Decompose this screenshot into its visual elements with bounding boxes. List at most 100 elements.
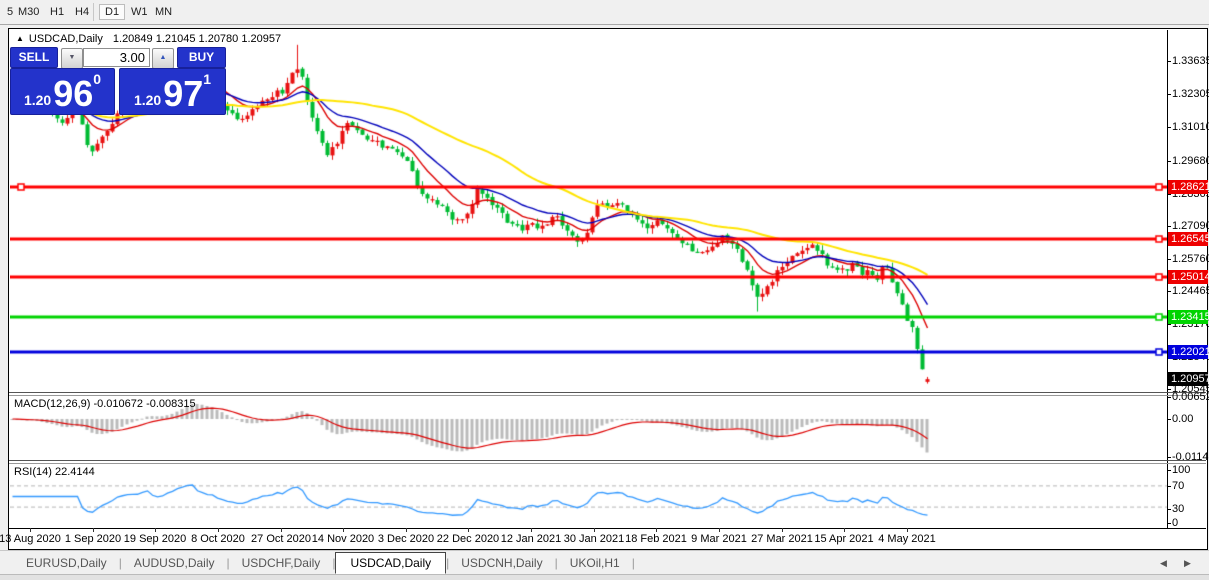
price-axis-label: 1.32305 xyxy=(1172,88,1209,100)
chart-tab-bar: ◀ ▶ EURUSD,Daily | AUDUSD,Daily | USDCHF,Dai… xyxy=(0,550,1209,574)
chart-tab-USDCAD[interactable]: USDCAD,Daily xyxy=(335,551,447,574)
status-strip xyxy=(0,574,1209,580)
price-axis-tick xyxy=(1167,389,1171,390)
buy-price-prefix: 1.20 xyxy=(133,92,162,108)
date-tick xyxy=(281,528,282,532)
macd-axis-label: 0.006521 xyxy=(1172,391,1209,403)
date-tick xyxy=(531,528,532,532)
date-tick xyxy=(93,528,94,532)
sell-price-sup: 0 xyxy=(93,71,102,87)
date-tick xyxy=(406,528,407,532)
rsi-axis-tick xyxy=(1167,470,1171,471)
rsi-axis-label: 30 xyxy=(1172,503,1185,515)
pane-divider-macd-top[interactable] xyxy=(9,392,1206,393)
date-label: 4 May 2021 xyxy=(878,533,936,545)
timeframe-W1[interactable]: W1 xyxy=(127,4,152,20)
rsi-axis-tick xyxy=(1167,509,1171,510)
sell-button[interactable]: SELL xyxy=(10,47,58,68)
buy-price-big: 97 xyxy=(163,73,204,114)
tab-separator: | xyxy=(631,555,635,570)
price-axis-label: 1.24465 xyxy=(1172,285,1209,297)
sell-price-prefix: 1.20 xyxy=(23,92,52,108)
tab-scroll-right-icon[interactable]: ▶ xyxy=(1184,558,1191,569)
rsi-axis-tick xyxy=(1167,523,1171,524)
mt4-terminal: 5 M30 H1 H4 D1 W1 MN ▲ USDCAD,Daily 1.20849 1.21… xyxy=(0,0,1209,580)
price-axis-label: 1.25760 xyxy=(1172,253,1209,265)
date-tick xyxy=(656,528,657,532)
sell-price-big: 96 xyxy=(53,73,94,114)
timeframe-H4[interactable]: H4 xyxy=(71,4,93,20)
volume-down-button[interactable]: ▼ xyxy=(61,48,83,69)
price-axis-tick xyxy=(1167,226,1171,227)
date-tick xyxy=(218,528,219,532)
pane-divider-macd-top2 xyxy=(9,395,1206,396)
chart-tab-UKOil[interactable]: UKOil,H1 xyxy=(558,553,632,573)
price-axis-tick xyxy=(1167,61,1171,62)
symbol-triangle-icon: ▲ xyxy=(16,34,24,43)
triangle-down-icon: ▼ xyxy=(68,54,76,61)
macd-axis-label: 0.00 xyxy=(1172,413,1194,425)
date-tick xyxy=(155,528,156,532)
chart-tab-EURUSD[interactable]: EURUSD,Daily xyxy=(14,553,119,573)
chart-tab-USDCNH[interactable]: USDCNH,Daily xyxy=(449,553,554,573)
macd-label: MACD(12,26,9) -0.010672 -0.008315 xyxy=(14,398,196,410)
macd-axis-tick xyxy=(1167,457,1171,458)
rsi-axis-label: 100 xyxy=(1172,464,1191,476)
timeframe-D1[interactable]: D1 xyxy=(99,4,126,20)
timeframe-M30[interactable]: M30 xyxy=(14,4,43,20)
price-axis-tick xyxy=(1167,161,1171,162)
timeframe-MN[interactable]: MN xyxy=(151,4,176,20)
chart-ohlc-values: 1.20849 1.21045 1.20780 1.20957 xyxy=(112,33,282,45)
price-axis-label: 1.27090 xyxy=(1172,220,1209,232)
tab-scroll-left-icon[interactable]: ◀ xyxy=(1160,558,1167,569)
price-axis-tick xyxy=(1167,324,1171,325)
date-axis-line xyxy=(9,528,1206,529)
macd-axis-tick xyxy=(1167,397,1171,398)
rsi-indicator-canvas[interactable] xyxy=(10,464,1167,527)
chart-symbol: USDCAD,Daily xyxy=(28,33,103,45)
pane-divider-rsi-top2 xyxy=(9,463,1206,464)
buy-price-box[interactable]: 1.20 97 1 xyxy=(119,68,226,115)
date-tick xyxy=(468,528,469,532)
date-tick xyxy=(719,528,720,532)
price-tag: 1.26545 xyxy=(1168,232,1209,246)
triangle-up-icon: ▲ xyxy=(159,54,167,61)
pane-divider-rsi-top[interactable] xyxy=(9,460,1206,461)
rsi-axis-tick xyxy=(1167,486,1171,487)
date-tick xyxy=(782,528,783,532)
date-tick xyxy=(30,528,31,532)
macd-axis-tick xyxy=(1167,419,1171,420)
date-tick xyxy=(594,528,595,532)
chart-tab-USDCHF[interactable]: USDCHF,Daily xyxy=(230,553,333,573)
timeframe-bar: 5 M30 H1 H4 D1 W1 MN xyxy=(0,0,1209,25)
volume-up-button[interactable]: ▲ xyxy=(152,48,174,69)
price-axis-tick xyxy=(1167,194,1171,195)
chart-title: ▲ USDCAD,Daily 1.20849 1.21045 1.20780 1.2… xyxy=(16,33,281,45)
chart-tab-AUDUSD[interactable]: AUDUSD,Daily xyxy=(122,553,227,573)
price-tag: 1.28621 xyxy=(1168,180,1209,194)
sell-price-box[interactable]: 1.20 96 0 xyxy=(10,68,115,115)
price-axis-tick xyxy=(1167,127,1171,128)
price-tag: 1.23415 xyxy=(1168,310,1209,324)
price-axis-tick xyxy=(1167,94,1171,95)
price-axis-label: 1.29680 xyxy=(1172,155,1209,167)
price-axis-tick xyxy=(1167,291,1171,292)
volume-input[interactable] xyxy=(83,48,150,67)
one-click-trading-panel: SELL ▼ ▲ BUY 1.20960 1.20971 xyxy=(10,45,227,115)
toolbar-separator xyxy=(93,3,94,21)
rsi-axis-label: 70 xyxy=(1172,480,1185,492)
buy-price-sup: 1 xyxy=(203,71,212,87)
date-tick xyxy=(844,528,845,532)
date-tick xyxy=(343,528,344,532)
date-tick xyxy=(907,528,908,532)
price-axis-label: 1.31010 xyxy=(1172,121,1209,133)
timeframe-H1[interactable]: H1 xyxy=(46,4,68,20)
price-tag: 1.20957 xyxy=(1168,372,1209,386)
price-tag: 1.25014 xyxy=(1168,270,1209,284)
macd-axis-label: -0.01149 xyxy=(1172,451,1209,463)
price-tag: 1.22021 xyxy=(1168,345,1209,359)
rsi-label: RSI(14) 22.4144 xyxy=(14,466,95,478)
rsi-axis-label: 0 xyxy=(1172,517,1179,529)
price-axis-label: 1.33635 xyxy=(1172,55,1209,67)
buy-button[interactable]: BUY xyxy=(177,47,226,68)
